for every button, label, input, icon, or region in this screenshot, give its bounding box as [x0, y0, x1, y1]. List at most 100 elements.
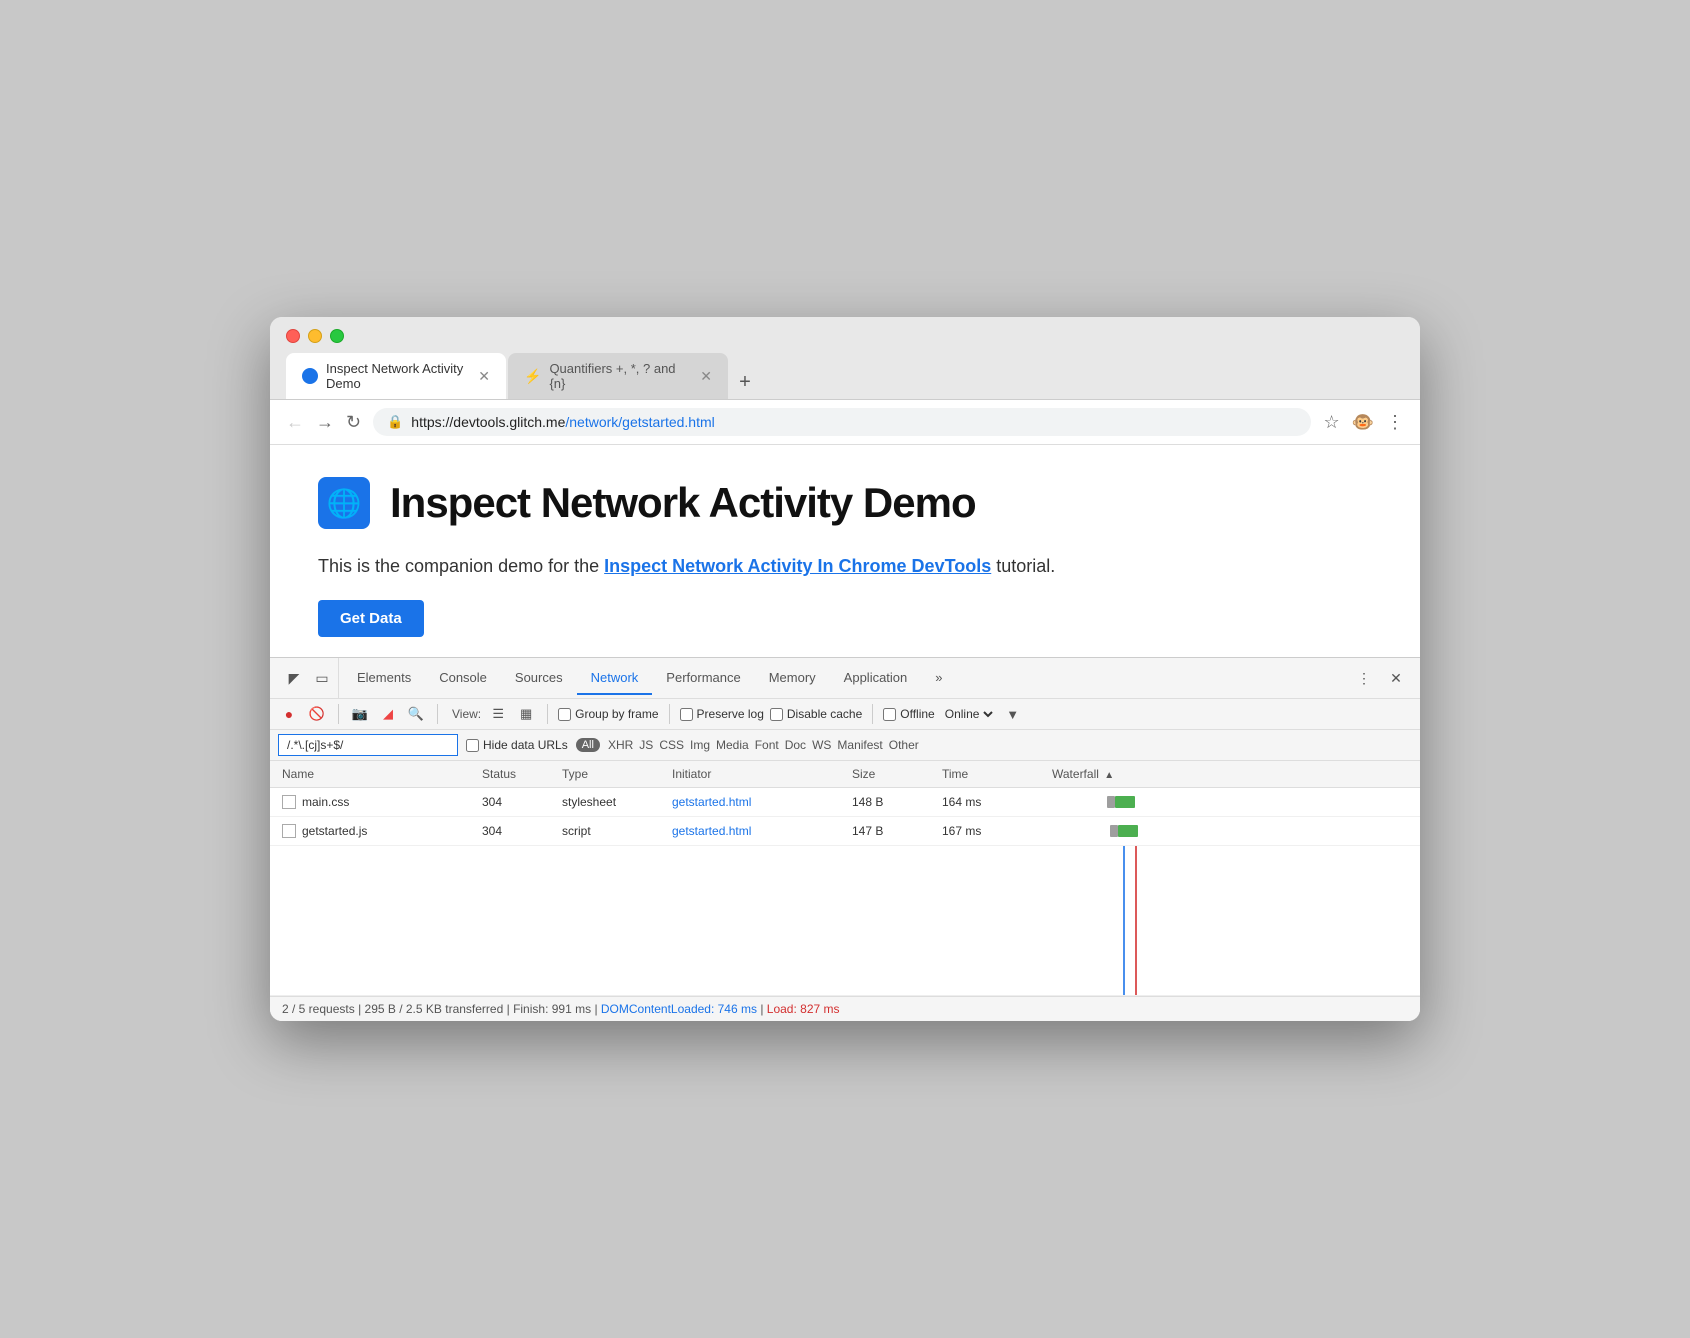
filter-js[interactable]: JS	[639, 738, 653, 752]
filter-font[interactable]: Font	[755, 738, 779, 752]
preserve-log-label: Preserve log	[697, 707, 764, 721]
network-toolbar: ● 🚫 📷 ◢ 🔍 View: ☰ ▦ Group by frame Prese…	[270, 699, 1420, 730]
tabs-bar: Inspect Network Activity Demo ✕ ⚡ Quanti…	[286, 353, 1404, 399]
col-time: Time	[938, 765, 1048, 783]
page-title: Inspect Network Activity Demo	[390, 479, 976, 527]
separator-2	[437, 704, 438, 724]
offline-label: Offline	[900, 707, 934, 721]
browser-window: Inspect Network Activity Demo ✕ ⚡ Quanti…	[270, 317, 1420, 1021]
disable-cache-check[interactable]: Disable cache	[770, 707, 862, 721]
address-bar: ← → ↻ 🔒 https://devtools.glitch.me/netwo…	[270, 400, 1420, 445]
devtools-panel: ◤ ▭ Elements Console Sources Network Per…	[270, 657, 1420, 1021]
back-button[interactable]: ←	[286, 412, 304, 433]
offline-check[interactable]: Offline	[883, 707, 934, 721]
cell-name-1: main.css	[278, 792, 478, 812]
dom-content-loaded-line	[1123, 846, 1125, 995]
tab-close-1[interactable]: ✕	[478, 369, 490, 383]
cell-initiator-2[interactable]: getstarted.html	[668, 821, 848, 841]
disable-cache-label: Disable cache	[787, 707, 862, 721]
table-row[interactable]: getstarted.js 304 script getstarted.html…	[270, 817, 1420, 846]
camera-icon[interactable]: 📷	[349, 703, 371, 725]
maximize-button[interactable]	[330, 329, 344, 343]
filter-icon[interactable]: ◢	[377, 703, 399, 725]
status-transfer: 295 B / 2.5 KB transferred	[365, 1002, 504, 1016]
tab-quantifiers[interactable]: ⚡ Quantifiers +, *, ? and {n} ✕	[508, 353, 728, 399]
separator-5	[872, 704, 873, 724]
minimize-button[interactable]	[308, 329, 322, 343]
cell-initiator-1[interactable]: getstarted.html	[668, 792, 848, 812]
group-by-frame-check[interactable]: Group by frame	[558, 707, 658, 721]
tab-sources[interactable]: Sources	[501, 662, 577, 695]
group-by-frame-label: Group by frame	[575, 707, 658, 721]
devtools-right: ⋮ ✕	[1352, 666, 1412, 690]
site-icon: 🌐	[318, 477, 370, 529]
reload-button[interactable]: ↻	[346, 412, 361, 433]
filter-other[interactable]: Other	[889, 738, 919, 752]
col-initiator: Initiator	[668, 765, 848, 783]
address-text: https://devtools.glitch.me/network/getst…	[411, 414, 1297, 430]
cell-name-2: getstarted.js	[278, 821, 478, 841]
tab-icon-lightning: ⚡	[524, 368, 541, 385]
network-table: Name Status Type Initiator Size Time Wat…	[270, 761, 1420, 996]
forward-button[interactable]: →	[316, 412, 334, 433]
tab-label-1: Inspect Network Activity Demo	[326, 361, 464, 391]
hide-data-urls-check[interactable]: Hide data URLs	[466, 738, 568, 752]
filter-doc[interactable]: Doc	[785, 738, 806, 752]
tab-console[interactable]: Console	[425, 662, 501, 695]
status-bar: 2 / 5 requests | 295 B / 2.5 KB transfer…	[270, 996, 1420, 1021]
description-prefix: This is the companion demo for the	[318, 556, 604, 576]
tab-inspect-network[interactable]: Inspect Network Activity Demo ✕	[286, 353, 506, 399]
description-suffix: tutorial.	[991, 556, 1055, 576]
search-icon[interactable]: 🔍	[405, 703, 427, 725]
clear-icon[interactable]: 🚫	[306, 703, 328, 725]
avatar-icon[interactable]: 🐵	[1352, 412, 1374, 433]
cell-status-2: 304	[478, 821, 558, 841]
tab-performance[interactable]: Performance	[652, 662, 754, 695]
col-size: Size	[848, 765, 938, 783]
cell-waterfall-1	[1048, 792, 1412, 812]
table-row[interactable]: main.css 304 stylesheet getstarted.html …	[270, 788, 1420, 817]
inspect-element-icon[interactable]: ◤	[282, 666, 306, 690]
tab-application[interactable]: Application	[830, 662, 922, 695]
filter-css[interactable]: CSS	[659, 738, 684, 752]
filter-media[interactable]: Media	[716, 738, 749, 752]
waterfall-view-icon[interactable]: ▦	[515, 703, 537, 725]
cell-size-2: 147 B	[848, 821, 938, 841]
all-badge[interactable]: All	[576, 738, 600, 752]
filter-manifest[interactable]: Manifest	[837, 738, 882, 752]
throttle-select[interactable]: Online	[941, 706, 996, 722]
new-tab-button[interactable]: +	[730, 367, 760, 397]
bookmark-icon[interactable]: ☆	[1323, 412, 1339, 433]
tab-close-2[interactable]: ✕	[700, 369, 712, 383]
load-line	[1135, 846, 1137, 995]
cell-waterfall-2	[1048, 821, 1412, 841]
preserve-log-check[interactable]: Preserve log	[680, 707, 764, 721]
menu-icon[interactable]: ⋮	[1386, 412, 1404, 433]
tab-memory[interactable]: Memory	[755, 662, 830, 695]
devtools-menu-icon[interactable]: ⋮	[1352, 666, 1376, 690]
toolbar-right: ☆ 🐵 ⋮	[1323, 412, 1404, 433]
throttle-dropdown-icon[interactable]: ▼	[1002, 703, 1024, 725]
description-link[interactable]: Inspect Network Activity In Chrome DevTo…	[604, 556, 991, 576]
get-data-button[interactable]: Get Data	[318, 600, 424, 637]
filter-xhr[interactable]: XHR	[608, 738, 633, 752]
cell-type-2: script	[558, 821, 668, 841]
tab-elements[interactable]: Elements	[343, 662, 425, 695]
list-view-icon[interactable]: ☰	[487, 703, 509, 725]
filter-img[interactable]: Img	[690, 738, 710, 752]
tab-more[interactable]: »	[921, 662, 956, 695]
file-icon-2	[282, 824, 296, 838]
address-field[interactable]: 🔒 https://devtools.glitch.me/network/get…	[373, 408, 1311, 436]
tab-network[interactable]: Network	[577, 662, 653, 695]
filter-bar: Hide data URLs All XHR JS CSS Img Media …	[270, 730, 1420, 761]
device-toolbar-icon[interactable]: ▭	[310, 666, 334, 690]
record-icon[interactable]: ●	[278, 703, 300, 725]
close-button[interactable]	[286, 329, 300, 343]
filter-input[interactable]	[278, 734, 458, 756]
hide-data-urls-label: Hide data URLs	[483, 738, 568, 752]
devtools-close-icon[interactable]: ✕	[1384, 666, 1408, 690]
separator-1	[338, 704, 339, 724]
cell-status-1: 304	[478, 792, 558, 812]
waterfall-area	[270, 846, 1420, 996]
filter-ws[interactable]: WS	[812, 738, 831, 752]
